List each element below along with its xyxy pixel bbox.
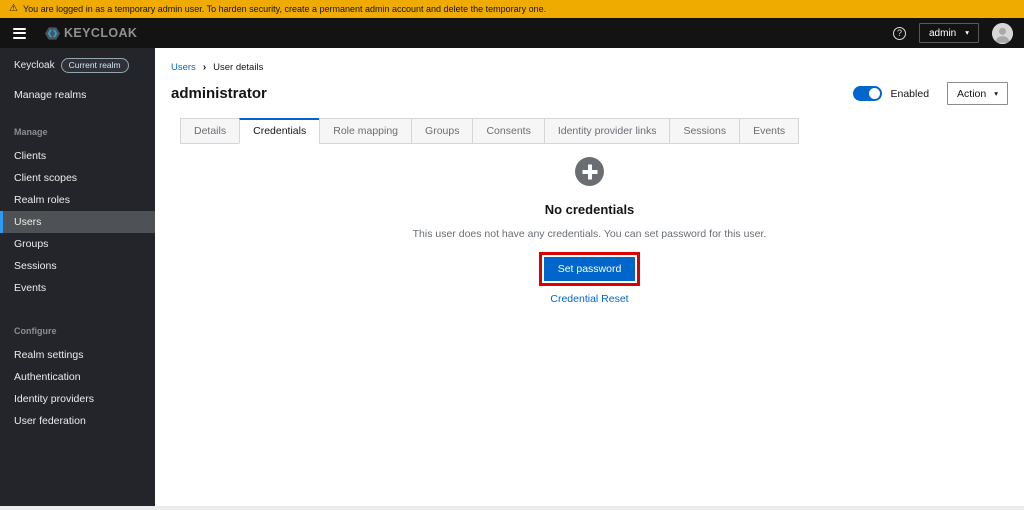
- sidebar-item-manage-realms[interactable]: Manage realms: [0, 84, 155, 106]
- masthead: KEYCLOAK ? admin ▾: [0, 18, 1024, 48]
- set-password-button[interactable]: Set password: [543, 257, 636, 281]
- tab-events[interactable]: Events: [739, 118, 800, 144]
- user-menu-dropdown[interactable]: admin ▾: [918, 23, 979, 43]
- realm-name: Keycloak: [14, 59, 55, 71]
- chevron-down-icon: ▾: [994, 88, 998, 98]
- sidebar-section-manage: Manage: [14, 127, 48, 137]
- tab-identity-provider-links[interactable]: Identity provider links: [543, 118, 670, 144]
- breadcrumb-link-users[interactable]: Users: [171, 62, 196, 73]
- sidebar-item-authentication[interactable]: Authentication: [0, 366, 155, 388]
- enabled-label: Enabled: [890, 87, 930, 100]
- tab-details[interactable]: Details: [180, 118, 240, 144]
- keycloak-logo: KEYCLOAK: [45, 26, 137, 41]
- sidebar-item-clients[interactable]: Clients: [0, 145, 155, 167]
- sidebar-section-configure: Configure: [14, 326, 57, 336]
- brand-text: KEYCLOAK: [64, 26, 138, 40]
- plus-circle-icon: [575, 157, 604, 186]
- page-header: administrator Enabled Action ▾: [171, 82, 1008, 105]
- chevron-right-icon: ›: [202, 62, 207, 73]
- sidebar-item-groups[interactable]: Groups: [0, 233, 155, 255]
- sidebar-item-sessions[interactable]: Sessions: [0, 255, 155, 277]
- enabled-toggle[interactable]: [852, 86, 882, 101]
- horizontal-scrollbar[interactable]: [0, 506, 1024, 510]
- temporary-admin-warning-banner: ⚠ You are logged in as a temporary admin…: [0, 0, 1024, 18]
- sidebar-item-identity-providers[interactable]: Identity providers: [0, 388, 155, 410]
- action-dropdown[interactable]: Action ▾: [947, 82, 1008, 105]
- no-credentials-empty-state: No credentials This user does not have a…: [171, 157, 1008, 305]
- sidebar-nav: Keycloak Current realm Manage realms Man…: [0, 48, 155, 506]
- user-detail-tabs: Details Credentials Role mapping Groups …: [180, 118, 1008, 144]
- warning-banner-text: You are logged in as a temporary admin u…: [22, 4, 547, 14]
- empty-state-description: This user does not have any credentials.…: [412, 228, 767, 240]
- tab-groups[interactable]: Groups: [411, 118, 473, 144]
- empty-state-title: No credentials: [544, 202, 635, 217]
- tab-consents[interactable]: Consents: [472, 118, 544, 144]
- tab-sessions[interactable]: Sessions: [669, 118, 740, 144]
- tab-credentials[interactable]: Credentials: [239, 118, 320, 144]
- main-content: Users › User details administrator Enabl…: [155, 48, 1024, 506]
- breadcrumb-current: User details: [213, 62, 264, 73]
- credential-reset-link[interactable]: Credential Reset: [171, 293, 1008, 305]
- sidebar-item-realm-roles[interactable]: Realm roles: [0, 189, 155, 211]
- warning-triangle-icon: ⚠: [9, 3, 18, 14]
- sidebar-item-events[interactable]: Events: [0, 277, 155, 299]
- action-dropdown-label: Action: [957, 87, 987, 100]
- breadcrumb: Users › User details: [171, 62, 1008, 73]
- sidebar-item-client-scopes[interactable]: Client scopes: [0, 167, 155, 189]
- sidebar-item-realm-settings[interactable]: Realm settings: [0, 344, 155, 366]
- user-menu-label: admin: [928, 27, 957, 39]
- keycloak-logo-icon: [45, 26, 60, 40]
- sidebar-item-user-federation[interactable]: User federation: [0, 410, 155, 432]
- current-realm-badge: Current realm: [60, 57, 129, 73]
- avatar-person-icon: [992, 22, 1013, 44]
- hamburger-menu-button[interactable]: [11, 25, 28, 42]
- annotation-highlight-box: Set password: [538, 252, 641, 286]
- sidebar-item-users[interactable]: Users: [0, 211, 155, 233]
- realm-row: Keycloak Current realm: [0, 57, 155, 73]
- avatar[interactable]: [992, 22, 1013, 44]
- help-icon[interactable]: ?: [892, 26, 906, 40]
- chevron-down-icon: ▾: [965, 28, 969, 38]
- tab-role-mapping[interactable]: Role mapping: [319, 118, 412, 144]
- page-title: administrator: [171, 85, 267, 102]
